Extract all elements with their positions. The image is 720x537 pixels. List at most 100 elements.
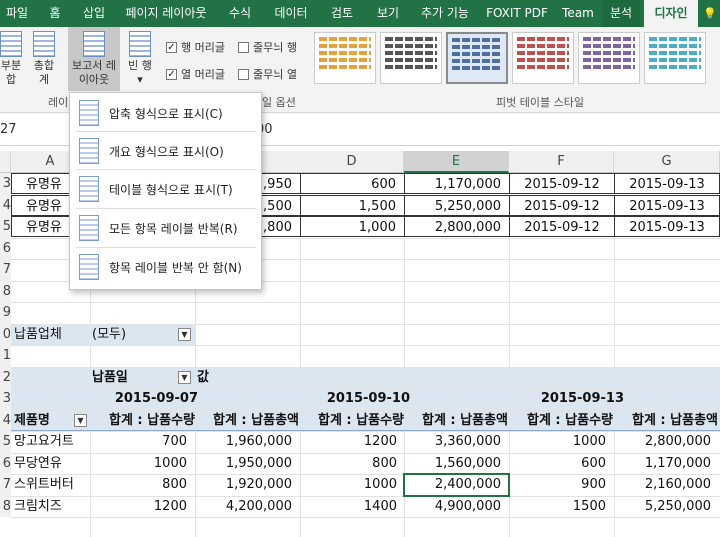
row-number[interactable]: 2 (0, 366, 11, 388)
filter-dropdown-icon[interactable]: ▼ (178, 327, 191, 341)
source-cell[interactable]: 600 (300, 173, 405, 194)
menu-item-3[interactable]: 모든 항목 레이블 반복(R) (70, 209, 261, 247)
row-number[interactable]: 8 (0, 495, 11, 517)
pivot-value-cell[interactable]: 800 (90, 474, 195, 495)
pivot-value-cell[interactable]: 5,250,000 (614, 496, 719, 517)
layout-option-icon (79, 138, 99, 164)
row-number[interactable]: 4 (0, 409, 11, 431)
report-layout-button[interactable]: 보고서 레 이아웃 (68, 27, 120, 91)
row-number[interactable]: 1 (0, 345, 11, 367)
pivot-style-swatch-selected[interactable] (446, 32, 508, 84)
tab-9[interactable]: FOXIT PDF (480, 0, 554, 27)
tab-6[interactable]: 검토 (322, 0, 362, 27)
column-header-d[interactable]: D (300, 151, 404, 173)
row-number[interactable]: 3 (0, 173, 11, 195)
tab-0[interactable]: 파일 (0, 0, 34, 27)
tab-12[interactable]: 디자인 (644, 0, 698, 27)
tab-3[interactable]: 페이지 레이아웃 (118, 0, 214, 27)
row-number[interactable]: 9 (0, 302, 11, 324)
menu-item-1[interactable]: 개요 형식으로 표시(O) (70, 132, 261, 170)
source-cell[interactable]: 2015-09-12 (509, 216, 615, 237)
row-number[interactable]: 6 (0, 452, 11, 474)
pivot-value-cell[interactable]: 4,200,000 (195, 496, 300, 517)
pivot-value-cell[interactable]: 1000 (300, 474, 405, 495)
pivot-row-label[interactable]: 크림치즈 (14, 496, 62, 517)
pivot-value-cell[interactable]: 4,900,000 (404, 496, 509, 517)
source-cell[interactable]: 1,170,000 (404, 173, 510, 194)
row-number[interactable]: 5 (0, 216, 11, 238)
pivot-value-cell[interactable]: 1000 (90, 453, 195, 474)
pivot-value-cell[interactable]: 1200 (90, 496, 195, 517)
name-box[interactable]: 27 (0, 122, 17, 137)
column-header-f[interactable]: F (509, 151, 614, 173)
pivot-value-cell[interactable]: 900 (509, 474, 614, 495)
row-number[interactable]: 0 (0, 323, 11, 345)
pivot-row-label[interactable]: 스위트버터 (14, 474, 74, 495)
row-number[interactable]: 3 (0, 388, 11, 410)
pivot-style-swatch[interactable] (644, 32, 706, 84)
pivot-value-header: 합계 : 납품총액 (421, 412, 508, 428)
pivot-style-swatch[interactable] (314, 32, 376, 84)
tab-10[interactable]: Team (558, 0, 598, 27)
tab-5[interactable]: 데이터 (266, 0, 316, 27)
menu-item-2[interactable]: 테이블 형식으로 표시(T) (70, 170, 261, 208)
pivot-value-cell[interactable]: 1,960,000 (195, 431, 300, 452)
grand-totals-button[interactable]: 총합 계 (28, 31, 60, 87)
row-number[interactable]: 4 (0, 194, 11, 216)
row-number[interactable]: 5 (0, 431, 11, 453)
tab-2[interactable]: 삽입 (76, 0, 112, 27)
banded-rows-checkbox[interactable]: 줄무늬 행 (238, 39, 297, 55)
layout-option-icon (79, 100, 99, 126)
pivot-value-cell[interactable]: 1,920,000 (195, 474, 300, 495)
pivot-style-swatch[interactable] (512, 32, 574, 84)
source-cell[interactable]: 2015-09-12 (509, 194, 615, 216)
pivot-value-cell[interactable]: 1,950,000 (195, 453, 300, 474)
menu-item-0[interactable]: 압축 형식으로 표시(C) (70, 94, 261, 132)
pivot-style-swatch[interactable] (380, 32, 442, 84)
pivot-value-cell[interactable]: 1500 (509, 496, 614, 517)
pivot-value-cell[interactable]: 1,560,000 (404, 453, 509, 474)
source-cell[interactable]: 1,000 (300, 216, 405, 237)
row-number[interactable]: 8 (0, 280, 11, 302)
pivot-value-cell[interactable]: 1,170,000 (614, 453, 719, 474)
row-headers-checkbox[interactable]: ✓ 행 머리글 (166, 39, 225, 55)
banded-cols-checkbox[interactable]: 줄무늬 열 (238, 66, 297, 82)
source-cell[interactable]: 2,800,000 (404, 216, 510, 237)
active-cell[interactable] (403, 473, 510, 497)
pivot-value-cell[interactable]: 800 (300, 453, 405, 474)
column-field-dropdown-icon[interactable]: ▼ (178, 370, 191, 384)
tab-8[interactable]: 추가 기능 (414, 0, 476, 27)
tab-11[interactable]: 분석 (602, 0, 640, 27)
row-field-dropdown-icon[interactable]: ▼ (74, 413, 87, 427)
pivot-value-cell[interactable]: 600 (509, 453, 614, 474)
source-cell[interactable]: 1,500 (300, 194, 405, 216)
source-cell[interactable]: 2015-09-13 (614, 194, 720, 216)
row-number[interactable]: 7 (0, 474, 11, 496)
column-header-e[interactable]: E (404, 151, 509, 173)
tab-1[interactable]: 홈 (40, 0, 70, 27)
pivot-value-cell[interactable]: 2,160,000 (614, 474, 719, 495)
tab-4[interactable]: 수식 (220, 0, 260, 27)
source-cell[interactable]: 5,250,000 (404, 194, 510, 216)
pivot-value-cell[interactable]: 1000 (509, 431, 614, 452)
subtotals-button[interactable]: 부분 합 (0, 31, 22, 87)
pivot-value-cell[interactable]: 1200 (300, 431, 405, 452)
pivot-row-label[interactable]: 망고요거트 (14, 431, 74, 452)
source-cell[interactable]: 2015-09-13 (614, 216, 720, 237)
source-cell[interactable]: 2015-09-12 (509, 173, 615, 194)
pivot-value-cell[interactable]: 2,800,000 (614, 431, 719, 452)
blank-rows-button[interactable]: 빈 행 ▾ (124, 31, 156, 87)
pivot-value-cell[interactable]: 3,360,000 (404, 431, 509, 452)
column-header-g[interactable]: G (614, 151, 720, 173)
row-number[interactable]: 7 (0, 259, 11, 281)
pivot-row-label[interactable]: 무당연유 (14, 453, 62, 474)
pivot-value-cell[interactable]: 700 (90, 431, 195, 452)
menu-item-4[interactable]: 항목 레이블 반복 안 함(N) (70, 248, 261, 286)
tell-me-icon[interactable]: 💡 (700, 0, 720, 27)
col-headers-checkbox[interactable]: ✓ 열 머리글 (166, 66, 225, 82)
tab-7[interactable]: 보기 (368, 0, 408, 27)
row-number[interactable]: 6 (0, 237, 11, 259)
source-cell[interactable]: 2015-09-13 (614, 173, 720, 194)
pivot-style-swatch[interactable] (578, 32, 640, 84)
pivot-value-cell[interactable]: 1400 (300, 496, 405, 517)
